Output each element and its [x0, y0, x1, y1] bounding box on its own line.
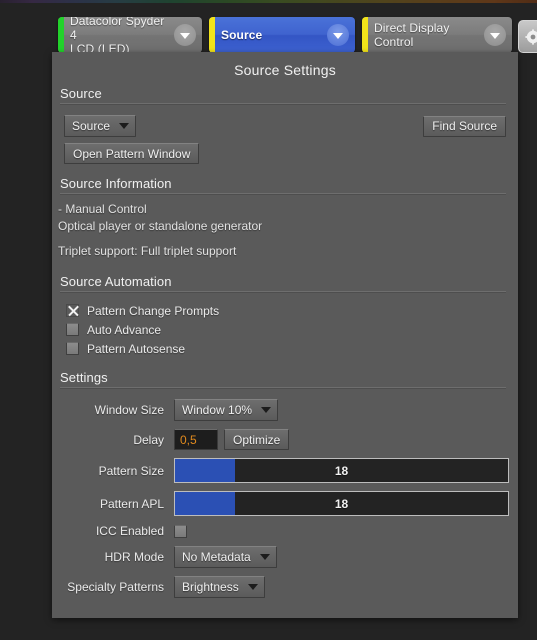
setting-row-pattern-size: Pattern Size 18	[56, 458, 509, 483]
section-body-source-automation: Pattern Change Prompts Auto Advance Patt…	[52, 293, 518, 364]
source-select-value: Source	[72, 119, 111, 133]
tab-body[interactable]: Direct Display Control	[368, 17, 512, 53]
setting-row-window-size: Window Size Window 10%	[56, 399, 506, 421]
checkbox-label: Auto Advance	[87, 322, 162, 337]
specialty-patterns-control: Brightness	[174, 576, 506, 598]
chevron-down-icon[interactable]	[174, 24, 196, 46]
hdr-mode-value: No Metadata	[182, 550, 251, 564]
section-header-source-information: Source Information	[60, 176, 172, 191]
pattern-size-slider[interactable]: 18	[174, 458, 509, 483]
setting-row-pattern-apl: Pattern APL 18	[56, 491, 509, 516]
pattern-size-label: Pattern Size	[98, 463, 164, 478]
source-settings-panel: Source Settings Source Source Find Sourc…	[52, 52, 518, 618]
checkbox-label: Pattern Change Prompts	[87, 303, 220, 318]
tab-label: Direct Display Control	[374, 21, 450, 49]
open-pattern-window-button[interactable]: Open Pattern Window	[64, 143, 200, 164]
checkbox-icc-enabled[interactable]	[174, 524, 187, 538]
tab-body[interactable]: Source	[215, 17, 355, 53]
gear-icon	[525, 28, 537, 45]
tab-datacolor-spyder[interactable]: Datacolor Spyder 4 LCD (LED)	[58, 17, 202, 53]
icc-enabled-label: ICC Enabled	[95, 524, 164, 538]
hdr-mode-label: HDR Mode	[104, 550, 164, 564]
hdr-mode-select[interactable]: No Metadata	[174, 546, 277, 568]
section-header-settings: Settings	[60, 370, 108, 385]
settings-gear-button[interactable]	[518, 20, 537, 53]
window-size-select[interactable]: Window 10%	[174, 399, 279, 421]
checkbox-pattern-change-prompts[interactable]	[66, 304, 79, 317]
section-body-source: Source Find Source Open Pattern Window	[52, 105, 518, 170]
checkbox-row-auto-advance[interactable]: Auto Advance	[60, 320, 510, 339]
tab-label: Source	[221, 28, 263, 42]
pattern-size-value: 18	[334, 463, 349, 478]
checkbox-pattern-autosense[interactable]	[66, 342, 79, 355]
section-header-source-automation: Source Automation	[60, 274, 172, 289]
delay-label: Delay	[133, 432, 164, 447]
tab-direct-display-control[interactable]: Direct Display Control	[362, 17, 512, 53]
find-source-button[interactable]: Find Source	[423, 115, 506, 137]
delay-control: 0,5 Optimize	[174, 429, 506, 450]
info-line-triplet-support: Triplet support: Full triplet support	[58, 244, 237, 258]
checkbox-row-pattern-change-prompts[interactable]: Pattern Change Prompts	[60, 301, 510, 320]
checkbox-row-pattern-autosense[interactable]: Pattern Autosense	[60, 339, 510, 358]
source-information-block: - Manual Control Optical player or stand…	[52, 195, 518, 268]
delay-input[interactable]: 0,5	[174, 429, 218, 450]
source-row: Source Find Source	[60, 111, 510, 137]
checkbox-label: Pattern Autosense	[87, 341, 186, 356]
setting-row-delay: Delay 0,5 Optimize	[56, 429, 506, 450]
window-size-label: Window Size	[94, 403, 164, 417]
chevron-down-icon	[119, 123, 130, 129]
source-select[interactable]: Source	[64, 115, 137, 137]
setting-row-hdr-mode: HDR Mode No Metadata	[56, 546, 506, 568]
setting-row-specialty-patterns: Specialty Patterns Brightness	[56, 576, 506, 598]
checkbox-auto-advance[interactable]	[66, 323, 79, 336]
tab-body[interactable]: Datacolor Spyder 4 LCD (LED)	[64, 17, 202, 53]
specialty-patterns-select[interactable]: Brightness	[174, 576, 265, 598]
chevron-down-icon	[259, 554, 270, 560]
info-line-manual-control: - Manual Control	[58, 202, 147, 216]
hdr-mode-control: No Metadata	[174, 546, 506, 568]
pattern-apl-slider[interactable]: 18	[174, 491, 509, 516]
icc-enabled-control	[174, 524, 506, 538]
settings-grid: Window Size Window 10% Delay 0,5 Optimiz…	[52, 389, 518, 616]
pattern-apl-label: Pattern APL	[99, 496, 164, 511]
window-size-value: Window 10%	[182, 403, 253, 417]
pattern-size-control: 18	[174, 458, 509, 483]
section-header-source: Source	[60, 86, 102, 101]
chevron-down-icon	[261, 407, 272, 413]
specialty-patterns-label: Specialty Patterns	[67, 580, 164, 594]
tab-label: Datacolor Spyder 4 LCD (LED)	[70, 17, 165, 53]
pattern-apl-control: 18	[174, 491, 509, 516]
chevron-down-icon[interactable]	[484, 24, 506, 46]
tab-source[interactable]: Source	[209, 17, 355, 53]
pattern-apl-value: 18	[334, 496, 349, 511]
setting-row-icc-enabled: ICC Enabled	[56, 524, 506, 538]
optimize-button[interactable]: Optimize	[224, 429, 290, 450]
chevron-down-icon[interactable]	[327, 24, 349, 46]
open-pattern-row: Open Pattern Window	[60, 137, 510, 168]
specialty-patterns-value: Brightness	[182, 580, 239, 594]
tab-bar: Datacolor Spyder 4 LCD (LED) Source Dire…	[0, 3, 537, 53]
chevron-down-icon	[247, 584, 258, 590]
window-size-control: Window 10%	[174, 399, 506, 421]
panel-title: Source Settings	[234, 62, 336, 78]
info-line-optical-player: Optical player or standalone generator	[58, 219, 263, 233]
